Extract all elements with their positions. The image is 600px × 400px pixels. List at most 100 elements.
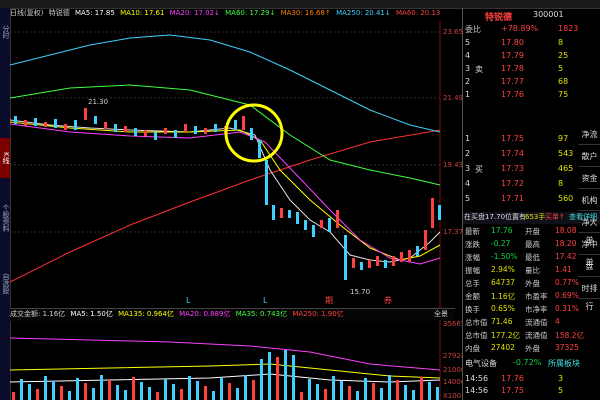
ma-line-magenta bbox=[10, 123, 441, 265]
stock-header: 特锐德 300001 bbox=[463, 8, 600, 23]
tick-row: 14:56 17.75 5 bbox=[463, 386, 578, 398]
event-marker: 券 bbox=[384, 295, 392, 305]
sector-change: -0.72% bbox=[513, 358, 542, 367]
volume-bar bbox=[172, 384, 175, 400]
vol-label: MA250: 1.90亿 bbox=[292, 310, 344, 318]
level: 5 bbox=[465, 194, 471, 203]
volume-axis-label: 14000 bbox=[443, 378, 462, 386]
ma-legend: 日线(复权) 特锐德 MA5: 17.85 MA10: 17.61 MA20: … bbox=[10, 8, 440, 20]
volume-bar bbox=[316, 384, 319, 400]
stat-key: 总市值 bbox=[465, 331, 488, 340]
side-tab[interactable]: 机构 bbox=[578, 192, 600, 211]
stat-key: 流通值 bbox=[525, 331, 548, 340]
stat-key: 最新 bbox=[465, 227, 480, 236]
volume: 97 bbox=[558, 134, 569, 143]
volume-bar bbox=[52, 381, 55, 400]
buy-row[interactable]: 买 3 17.73 465 bbox=[463, 164, 578, 176]
volume: 75 bbox=[558, 90, 569, 99]
price: 17.75 bbox=[501, 134, 524, 143]
stat-key: 总手 bbox=[465, 279, 480, 288]
vol-label: MA135: 0.964亿 bbox=[118, 310, 174, 318]
sector-row[interactable]: 电气设备 -0.72% 所属板块 bbox=[463, 358, 580, 370]
level: 1 bbox=[465, 90, 471, 99]
volume: 25 bbox=[558, 51, 569, 60]
event-marker: 期 bbox=[325, 296, 333, 305]
stats-row: 涨跌 -0.27 最高 18.20 bbox=[463, 239, 578, 251]
vol-label: MA5: 1.50亿 bbox=[70, 310, 113, 318]
tick-volume: 3 bbox=[558, 374, 564, 383]
candlestick-chart[interactable]: 21.30 15.70 L L 期 券 23.65 21.49 19.43 17… bbox=[10, 20, 462, 308]
buy-row[interactable]: 2 17.74 543 bbox=[463, 149, 578, 161]
ma-label: MA60: 17.29↓ bbox=[225, 9, 276, 17]
buy-row[interactable]: 1 17.75 97 bbox=[463, 134, 578, 146]
ma-line-long bbox=[10, 129, 441, 283]
stats-row: 涨幅 -1.50% 最低 17.42 bbox=[463, 252, 578, 264]
tab-kline[interactable]: K线 bbox=[0, 138, 10, 178]
volume-bar bbox=[252, 380, 255, 400]
sector-link[interactable]: 所属板块 bbox=[548, 358, 580, 369]
ma-label: MA60: 20.13↑ bbox=[396, 9, 440, 17]
side-tab[interactable]: 散户 bbox=[578, 148, 600, 167]
volume-bar bbox=[308, 379, 311, 400]
high-price-marker: 21.30 bbox=[88, 98, 108, 106]
buy-row[interactable]: 4 17.72 8 bbox=[463, 179, 578, 191]
stat-value: 18.20 bbox=[555, 239, 577, 248]
sell-row[interactable]: 卖 3 17.78 5 bbox=[463, 64, 578, 76]
price: 17.72 bbox=[501, 179, 524, 188]
side-tab[interactable]: 资金 bbox=[578, 170, 600, 189]
stat-key: 外盘 bbox=[525, 279, 540, 288]
vol-label: MA35: 0.743亿 bbox=[235, 310, 288, 318]
volume-bar bbox=[244, 375, 247, 400]
volume: 8 bbox=[558, 38, 564, 47]
volume-bar bbox=[140, 382, 143, 400]
volume-bar bbox=[412, 390, 415, 400]
side-tab[interactable]: 净中单 bbox=[578, 236, 600, 267]
vol-label: 成交金额: 1.16亿 bbox=[10, 310, 66, 318]
side-tab[interactable]: 净大单 bbox=[578, 214, 600, 245]
stats-row: 总市值 177.2亿 流通值 158.2亿 bbox=[463, 330, 584, 342]
sell-row[interactable]: 5 17.80 8 bbox=[463, 38, 578, 50]
stat-value: 17.76 bbox=[491, 226, 513, 235]
stat-value: -1.50% bbox=[491, 252, 518, 261]
tab-intraday[interactable]: 分时 bbox=[0, 12, 10, 52]
price: 17.77 bbox=[501, 77, 524, 86]
volume-bar bbox=[36, 389, 39, 400]
wei-bi-value: +78.89% bbox=[501, 24, 539, 33]
volume-bar bbox=[332, 376, 335, 400]
event-marker: L bbox=[263, 296, 268, 305]
buy-row[interactable]: 5 17.71 560 bbox=[463, 194, 578, 206]
volume-bar bbox=[268, 352, 271, 400]
side-tab[interactable]: 时排行 bbox=[578, 280, 600, 311]
side-tab[interactable]: 净流 bbox=[578, 126, 600, 145]
stat-key: 外盘 bbox=[525, 344, 540, 353]
volume-dropdown[interactable]: 全景 bbox=[434, 309, 448, 319]
stat-value: 0.77% bbox=[555, 278, 579, 287]
ma-label: MA10: 17.61 bbox=[120, 9, 165, 17]
tick-price: 17.75 bbox=[501, 386, 524, 395]
sell-row[interactable]: 2 17.77 68 bbox=[463, 77, 578, 89]
price-axis-label: 17.37 bbox=[443, 228, 462, 236]
volume-bar bbox=[100, 375, 103, 400]
buy-side-label: 买 bbox=[475, 165, 483, 174]
tick-time: 14:56 bbox=[465, 374, 489, 383]
sell-side-label: 卖 bbox=[475, 65, 483, 74]
volume-bar bbox=[292, 355, 295, 400]
volume-bar bbox=[76, 378, 79, 400]
stats-row: 金额 1.16亿 市盈率 0.69% bbox=[463, 291, 579, 303]
volume: 465 bbox=[558, 164, 574, 173]
sell-row[interactable]: 4 17.79 25 bbox=[463, 51, 578, 63]
volume-bar bbox=[372, 383, 375, 400]
stats-row: 总手 64737 外盘 0.77% bbox=[463, 278, 579, 290]
sell-row[interactable]: 1 17.76 75 bbox=[463, 90, 578, 102]
volume-bars bbox=[12, 350, 439, 400]
tab-watchlist[interactable]: 自选股 bbox=[0, 258, 10, 308]
volume-chart[interactable]: 35665 27928 21000 14000 X100 bbox=[10, 320, 462, 400]
volume-bar bbox=[164, 379, 167, 400]
stat-key: 流通值 bbox=[525, 318, 548, 327]
tab-stock-info[interactable]: 个股资料 bbox=[0, 188, 10, 248]
stat-value: 158.2亿 bbox=[555, 331, 584, 340]
stat-key: 量比 bbox=[525, 266, 540, 275]
side-tab[interactable]: 盘 bbox=[578, 258, 600, 277]
ma-label[interactable]: 日线(复权) bbox=[10, 9, 43, 17]
stat-value: 71.46 bbox=[491, 317, 513, 326]
